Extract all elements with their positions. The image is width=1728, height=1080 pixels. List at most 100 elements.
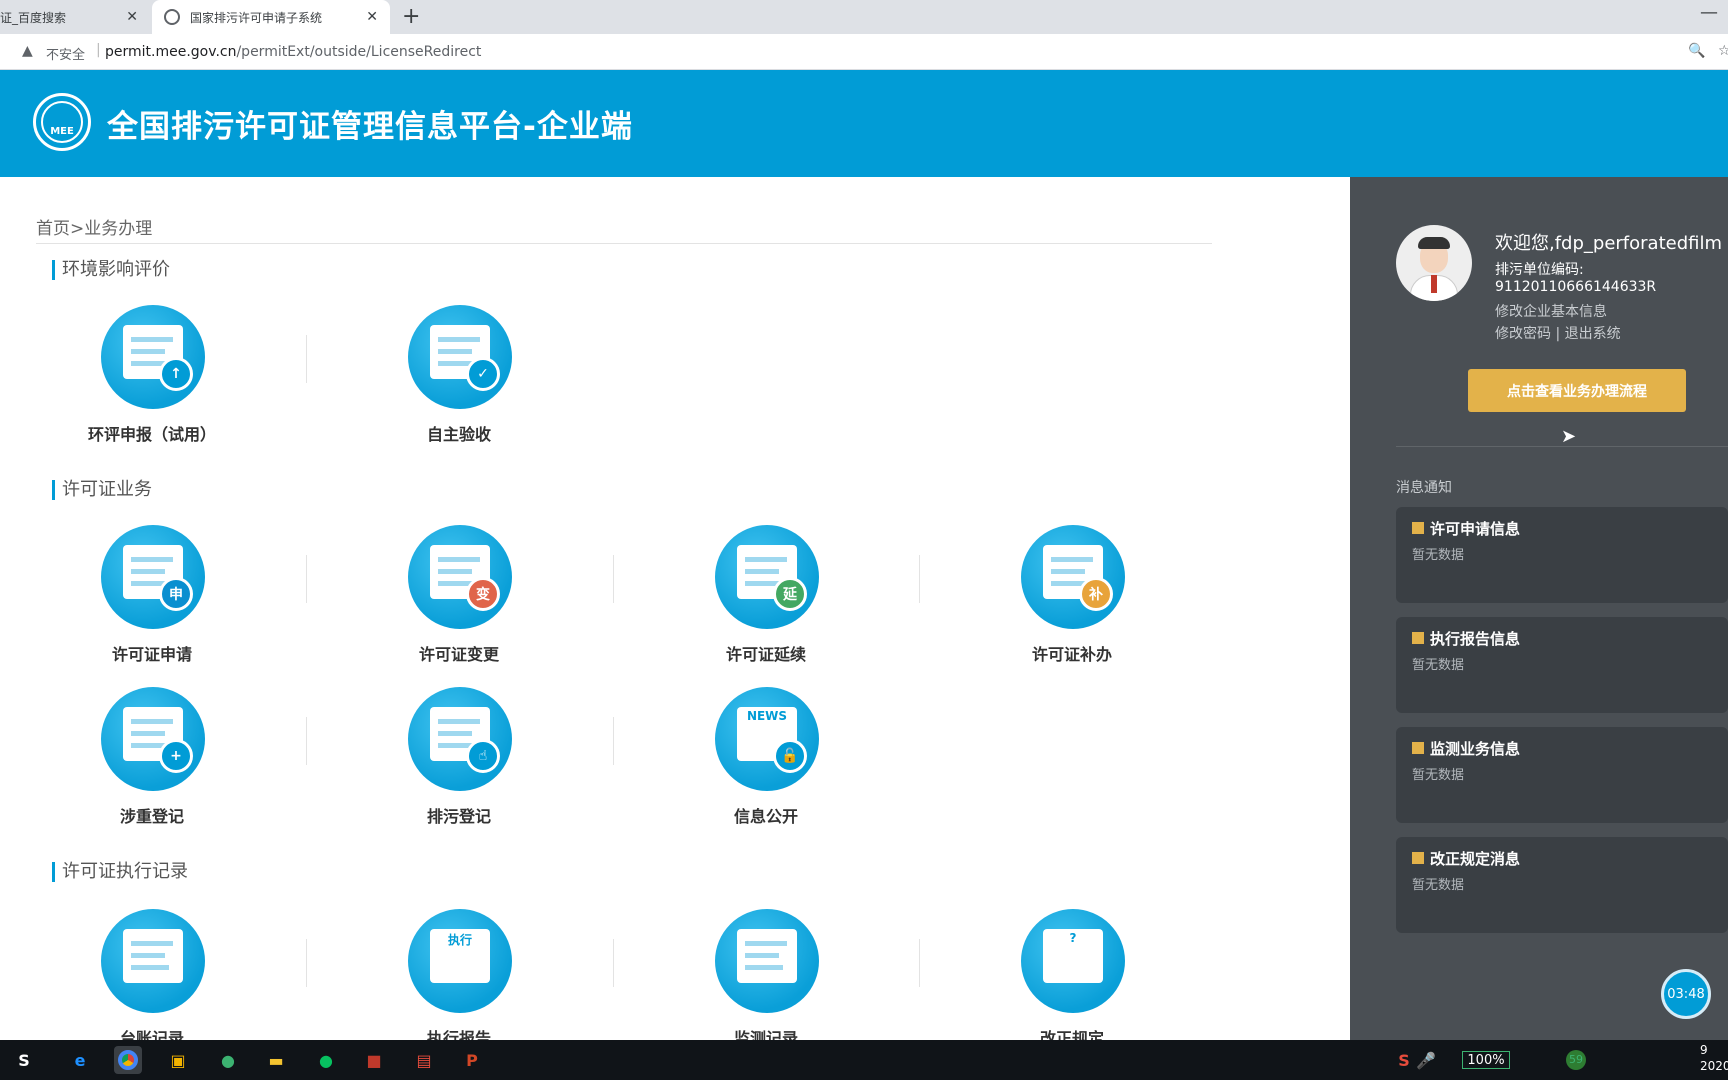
sidebar-divider bbox=[1396, 446, 1728, 447]
chrome-icon[interactable] bbox=[114, 1046, 142, 1074]
business-tile-label[interactable]: 许可证变更 bbox=[359, 641, 559, 665]
business-icon[interactable]: 申 bbox=[101, 525, 205, 629]
clock-time: 9 bbox=[1700, 1043, 1708, 1057]
unit-code: 91120110666144633R bbox=[1495, 279, 1657, 295]
windows-taskbar: S e ▣ ● ▬ ● ■ ▤ P S 🎤 100% 59 9 2020 bbox=[0, 1040, 1728, 1080]
edge-icon[interactable]: e bbox=[66, 1046, 94, 1074]
card-line bbox=[438, 569, 472, 574]
message-card[interactable]: 改正规定消息 暂无数据 bbox=[1396, 837, 1728, 933]
zoom-indicator[interactable]: 100% bbox=[1462, 1051, 1510, 1069]
business-icon[interactable]: ↑ bbox=[101, 305, 205, 409]
business-tile-label[interactable]: 环评申报（试用） bbox=[52, 421, 252, 445]
tab-title: 证_百度搜索 bbox=[0, 10, 67, 25]
timer-badge[interactable]: 03:48 bbox=[1661, 969, 1711, 1019]
tile-divider bbox=[613, 939, 614, 987]
browser-tab-baidu[interactable]: 证_百度搜索 ✕ bbox=[0, 0, 150, 34]
browser-green-icon[interactable]: ● bbox=[214, 1046, 242, 1074]
tile-divider bbox=[306, 717, 307, 765]
business-tile[interactable]: ☝ 排污登记 bbox=[359, 687, 559, 837]
insecure-label[interactable]: 不安全 bbox=[46, 44, 85, 63]
document-card-icon: ? bbox=[1043, 929, 1103, 983]
business-tile[interactable]: ✓ 自主验收 bbox=[359, 305, 559, 455]
tab-close-icon[interactable]: ✕ bbox=[126, 9, 138, 25]
business-tile[interactable]: NEWS 🔓 信息公开 bbox=[666, 687, 866, 837]
business-tile-label[interactable]: 涉重登记 bbox=[52, 803, 252, 827]
business-tile[interactable]: 台账记录 bbox=[52, 909, 252, 1040]
card-line bbox=[745, 569, 779, 574]
bullet-square-icon bbox=[1412, 522, 1424, 534]
business-tile[interactable]: + 涉重登记 bbox=[52, 687, 252, 837]
business-tile-label[interactable]: 信息公开 bbox=[666, 803, 866, 827]
business-icon[interactable] bbox=[715, 909, 819, 1013]
new-tab-button[interactable]: + bbox=[402, 4, 420, 29]
business-tile-label[interactable]: 监测记录 bbox=[666, 1025, 866, 1040]
start-icon[interactable]: S bbox=[10, 1046, 38, 1074]
business-tile-label[interactable]: 许可证补办 bbox=[972, 641, 1172, 665]
business-icon[interactable]: 补 bbox=[1021, 525, 1125, 629]
business-tile-label[interactable]: 执行报告 bbox=[359, 1025, 559, 1040]
business-tile[interactable]: ? 改正规定 bbox=[972, 909, 1172, 1040]
logout-link[interactable]: 退出系统 bbox=[1565, 326, 1621, 342]
edit-company-info-link[interactable]: 修改企业基本信息 bbox=[1495, 301, 1607, 321]
message-card-title[interactable]: 许可申请信息 bbox=[1430, 518, 1520, 539]
pdf-icon[interactable]: ▤ bbox=[410, 1046, 438, 1074]
business-tile[interactable]: ↑ 环评申报（试用） bbox=[52, 305, 252, 455]
message-card-title[interactable]: 监测业务信息 bbox=[1430, 738, 1520, 759]
business-tile[interactable]: 监测记录 bbox=[666, 909, 866, 1040]
business-tile[interactable]: 变许可证变更 bbox=[359, 525, 559, 675]
clock[interactable]: 9 2020 bbox=[1700, 1042, 1728, 1074]
business-icon[interactable]: ✓ bbox=[408, 305, 512, 409]
business-icon[interactable]: 变 bbox=[408, 525, 512, 629]
wechat-icon[interactable]: ● bbox=[312, 1046, 340, 1074]
card-line bbox=[438, 731, 472, 736]
message-card-title[interactable]: 改正规定消息 bbox=[1430, 848, 1520, 869]
card-line bbox=[131, 941, 173, 946]
card-text: NEWS bbox=[746, 709, 788, 723]
mouse-cursor-icon: ➤ bbox=[1561, 426, 1577, 447]
business-tile-label[interactable]: 排污登记 bbox=[359, 803, 559, 827]
business-icon[interactable] bbox=[101, 909, 205, 1013]
business-icon[interactable]: NEWS 🔓 bbox=[715, 687, 819, 791]
store-icon[interactable]: ▣ bbox=[164, 1046, 192, 1074]
url-text[interactable]: permit.mee.gov.cn/permitExt/outside/Lice… bbox=[105, 44, 481, 60]
business-tile[interactable]: 申许可证申请 bbox=[52, 525, 252, 675]
view-flow-button[interactable]: 点击查看业务办理流程 bbox=[1468, 369, 1686, 412]
breadcrumb[interactable]: 首页>业务办理 bbox=[36, 214, 152, 239]
powerpoint-icon[interactable]: P bbox=[458, 1046, 486, 1074]
tab-close-icon[interactable]: ✕ bbox=[366, 9, 378, 25]
browser-tab-active[interactable]: 国家排污许可申请子系统 ✕ bbox=[152, 0, 390, 34]
business-icon[interactable]: ? bbox=[1021, 909, 1125, 1013]
zoom-icon[interactable]: 🔍 bbox=[1688, 43, 1705, 59]
bookmark-star-icon[interactable]: ☆ bbox=[1718, 43, 1728, 59]
business-tile-label[interactable]: 台账记录 bbox=[52, 1025, 252, 1040]
message-card-title[interactable]: 执行报告信息 bbox=[1430, 628, 1520, 649]
tray-badge[interactable]: 59 bbox=[1566, 1050, 1586, 1070]
business-tile-label[interactable]: 许可证申请 bbox=[52, 641, 252, 665]
warning-icon[interactable]: ▲ bbox=[22, 43, 33, 59]
change-password-link[interactable]: 修改密码 bbox=[1495, 326, 1551, 342]
app-red-icon[interactable]: ■ bbox=[360, 1046, 388, 1074]
business-tile[interactable]: 执行 执行报告 bbox=[359, 909, 559, 1040]
microphone-icon[interactable]: 🎤 bbox=[1412, 1046, 1440, 1074]
minimize-button[interactable]: — bbox=[1700, 2, 1718, 23]
address-bar[interactable]: ▲ 不安全 | permit.mee.gov.cn/permitExt/outs… bbox=[0, 34, 1728, 70]
business-tile[interactable]: 补许可证补办 bbox=[972, 525, 1172, 675]
business-tile-label[interactable]: 改正规定 bbox=[972, 1025, 1172, 1040]
site-header: MEE 全国排污许可证管理信息平台-企业端 bbox=[0, 70, 1728, 177]
business-icon[interactable]: 执行 bbox=[408, 909, 512, 1013]
message-card[interactable]: 许可申请信息 暂无数据 bbox=[1396, 507, 1728, 603]
business-icon[interactable]: 延 bbox=[715, 525, 819, 629]
user-sidebar: 欢迎您,fdp_perforatedfilm 排污单位编码: 911201106… bbox=[1350, 177, 1728, 1040]
business-icon[interactable]: + bbox=[101, 687, 205, 791]
card-text: 执行 bbox=[447, 933, 472, 947]
business-tile[interactable]: 延许可证延续 bbox=[666, 525, 866, 675]
business-icon[interactable]: ☝ bbox=[408, 687, 512, 791]
section-title-records: 许可证执行记录 bbox=[52, 862, 188, 882]
avatar-tie bbox=[1431, 275, 1437, 293]
business-tile-label[interactable]: 许可证延续 bbox=[666, 641, 866, 665]
message-card[interactable]: 监测业务信息 暂无数据 bbox=[1396, 727, 1728, 823]
business-tile-label[interactable]: 自主验收 bbox=[359, 421, 559, 445]
message-card[interactable]: 执行报告信息 暂无数据 bbox=[1396, 617, 1728, 713]
folder-icon[interactable]: ▬ bbox=[262, 1046, 290, 1074]
breadcrumb-divider bbox=[36, 243, 1212, 244]
